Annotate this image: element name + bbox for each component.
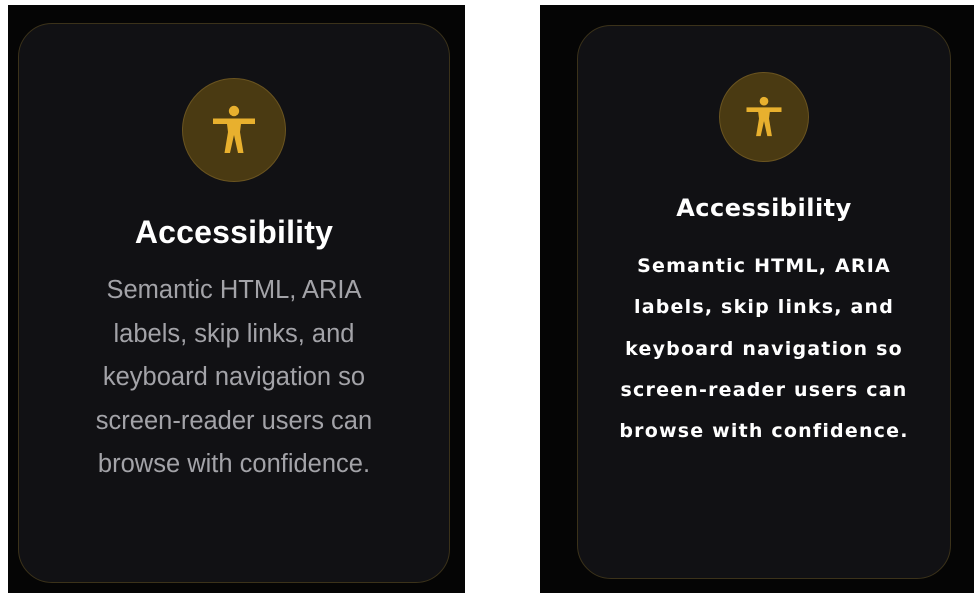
accessibility-icon (746, 96, 782, 137)
accessibility-icon (213, 105, 255, 153)
card-title: Accessibility (676, 194, 852, 222)
card-description: Semantic HTML, ARIA labels, skip links, … (619, 255, 909, 443)
right-panel: Accessibility Semantic HTML, ARIA labels… (540, 5, 974, 593)
card-description: Semantic HTML, ARIA labels, skip links, … (95, 276, 373, 479)
comparison-stage: Accessibility Semantic HTML, ARIA labels… (0, 0, 974, 594)
feature-card-left: Accessibility Semantic HTML, ARIA labels… (18, 23, 450, 583)
icon-badge (182, 78, 286, 182)
icon-badge (719, 72, 809, 162)
feature-card-right: Accessibility Semantic HTML, ARIA labels… (577, 25, 951, 579)
card-title: Accessibility (134, 214, 334, 250)
left-panel: Accessibility Semantic HTML, ARIA labels… (8, 5, 465, 593)
